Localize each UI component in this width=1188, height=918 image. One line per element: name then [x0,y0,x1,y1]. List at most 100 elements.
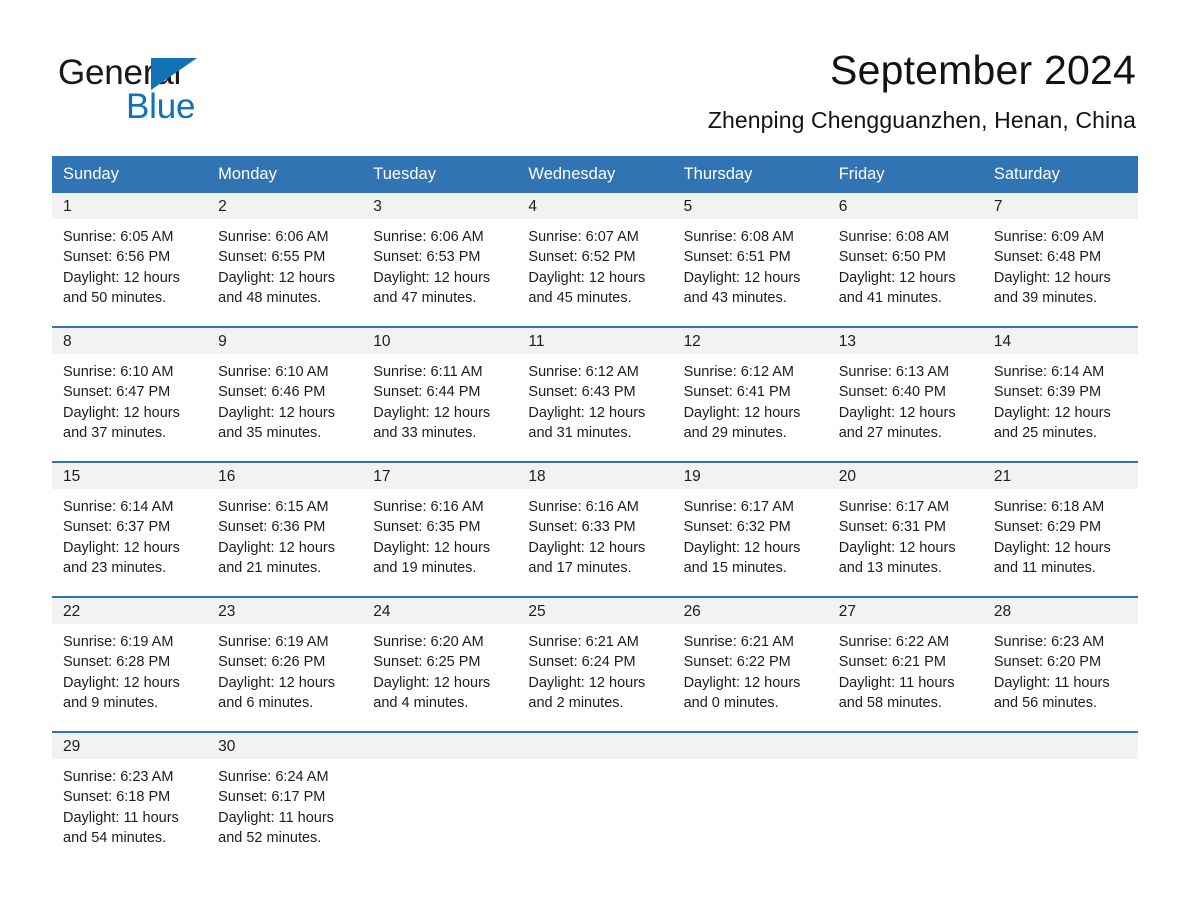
day-number: 20 [827,463,983,489]
sunrise-text: Sunrise: 6:21 AM [528,634,639,650]
day-number [827,733,983,759]
day-cell[interactable]: 8 Sunrise: 6:10 AM Sunset: 6:47 PM Dayli… [52,328,208,461]
sunrise-text: Sunrise: 6:10 AM [218,364,329,380]
sunset-text: Sunset: 6:51 PM [683,249,791,266]
daylight-text-line1: Daylight: 11 hours [63,809,179,826]
day-cell[interactable]: 17 Sunrise: 6:16 AM Sunset: 6:35 PM Dayl… [362,463,518,596]
day-cell[interactable]: 21 Sunrise: 6:18 AM Sunset: 6:29 PM Dayl… [982,463,1138,596]
daylight-text-line1: Daylight: 12 hours [993,539,1111,556]
week-row: 22 Sunrise: 6:19 AM Sunset: 6:28 PM Dayl… [52,596,1138,731]
day-number [672,733,828,759]
day-details: Sunrise: 6:06 AM Sunset: 6:53 PM Dayligh… [362,219,517,308]
daylight-text-line2: and 56 minutes. [993,694,1098,711]
day-cell[interactable]: 24 Sunrise: 6:20 AM Sunset: 6:25 PM Dayl… [362,598,518,731]
daylight-text-line1: Daylight: 11 hours [218,809,334,826]
day-cell[interactable]: 11 Sunrise: 6:12 AM Sunset: 6:43 PM Dayl… [517,328,673,461]
day-cell[interactable]: 7 Sunrise: 6:09 AM Sunset: 6:48 PM Dayli… [982,193,1138,326]
daylight-text-line2: and 11 minutes. [993,559,1096,576]
day-number: 29 [52,733,208,759]
daylight-text-line2: and 6 minutes. [218,694,314,711]
sunset-text: Sunset: 6:39 PM [993,384,1102,401]
day-cell[interactable]: 30 Sunrise: 6:24 AM Sunset: 6:17 PM Dayl… [207,733,363,866]
daylight-text-line2: and 35 minutes. [218,424,322,441]
day-details: Sunrise: 6:10 AM Sunset: 6:46 PM Dayligh… [207,354,362,443]
day-cell[interactable]: 23 Sunrise: 6:19 AM Sunset: 6:26 PM Dayl… [207,598,363,731]
day-cell[interactable]: 16 Sunrise: 6:15 AM Sunset: 6:36 PM Dayl… [207,463,363,596]
day-cell[interactable]: 15 Sunrise: 6:14 AM Sunset: 6:37 PM Dayl… [52,463,208,596]
sunrise-text: Sunrise: 6:09 AM [993,229,1105,245]
daylight-text-line1: Daylight: 12 hours [63,539,180,556]
daylight-text-line1: Daylight: 12 hours [683,269,801,286]
day-cell[interactable]: 10 Sunrise: 6:11 AM Sunset: 6:44 PM Dayl… [362,328,518,461]
daylight-text-line1: Daylight: 12 hours [528,674,646,691]
day-cell[interactable]: 26 Sunrise: 6:21 AM Sunset: 6:22 PM Dayl… [672,598,828,731]
sunrise-text: Sunrise: 6:08 AM [683,229,794,245]
day-cell[interactable]: 4 Sunrise: 6:07 AM Sunset: 6:52 PM Dayli… [517,193,673,326]
daylight-text-line2: and 25 minutes. [993,424,1098,441]
day-cell[interactable]: 14 Sunrise: 6:14 AM Sunset: 6:39 PM Dayl… [982,328,1138,461]
day-cell[interactable]: 22 Sunrise: 6:19 AM Sunset: 6:28 PM Dayl… [52,598,208,731]
day-details: Sunrise: 6:14 AM Sunset: 6:37 PM Dayligh… [52,489,207,578]
daylight-text-line2: and 41 minutes. [838,289,942,306]
weekday-header-saturday: Saturday [993,165,1060,183]
day-cell[interactable]: 6 Sunrise: 6:08 AM Sunset: 6:50 PM Dayli… [827,193,983,326]
sunset-text: Sunset: 6:52 PM [528,249,636,266]
day-cell[interactable]: 9 Sunrise: 6:10 AM Sunset: 6:46 PM Dayli… [207,328,363,461]
day-cell-empty [982,733,1138,866]
sunset-text: Sunset: 6:26 PM [218,654,326,671]
daylight-text-line2: and 13 minutes. [838,559,942,576]
day-cell[interactable]: 28 Sunrise: 6:23 AM Sunset: 6:20 PM Dayl… [982,598,1138,731]
daylight-text-line2: and 37 minutes. [63,424,167,441]
day-cell[interactable]: 2 Sunrise: 6:06 AM Sunset: 6:55 PM Dayli… [207,193,363,326]
sunrise-text: Sunrise: 6:20 AM [373,634,484,650]
calendar-grid: Sunday Monday Tuesday Wednesday Thursday… [52,156,1138,866]
day-cell-empty [827,733,983,866]
sunset-text: Sunset: 6:18 PM [63,789,171,806]
day-details: Sunrise: 6:11 AM Sunset: 6:44 PM Dayligh… [362,354,517,443]
day-details: Sunrise: 6:16 AM Sunset: 6:33 PM Dayligh… [517,489,672,578]
week-row: 29 Sunrise: 6:23 AM Sunset: 6:18 PM Dayl… [52,731,1138,866]
day-cell[interactable]: 5 Sunrise: 6:08 AM Sunset: 6:51 PM Dayli… [672,193,828,326]
sunrise-text: Sunrise: 6:16 AM [528,499,639,515]
daylight-text-line2: and 2 minutes. [528,694,624,711]
sunset-text: Sunset: 6:21 PM [838,654,946,671]
sunrise-text: Sunrise: 6:24 AM [218,769,329,785]
day-cell[interactable]: 3 Sunrise: 6:06 AM Sunset: 6:53 PM Dayli… [362,193,518,326]
day-cell[interactable]: 12 Sunrise: 6:12 AM Sunset: 6:41 PM Dayl… [672,328,828,461]
day-cell[interactable]: 20 Sunrise: 6:17 AM Sunset: 6:31 PM Dayl… [827,463,983,596]
day-cell-empty [672,733,828,866]
day-number: 23 [207,598,363,624]
day-details: Sunrise: 6:21 AM Sunset: 6:22 PM Dayligh… [673,624,828,713]
sunrise-text: Sunrise: 6:11 AM [373,364,483,380]
day-cell[interactable]: 29 Sunrise: 6:23 AM Sunset: 6:18 PM Dayl… [52,733,208,866]
general-blue-logo[interactable]: General Blue [58,44,258,126]
day-cell[interactable]: 27 Sunrise: 6:22 AM Sunset: 6:21 PM Dayl… [827,598,983,731]
week-row: 1 Sunrise: 6:05 AM Sunset: 6:56 PM Dayli… [52,193,1138,326]
sunrise-text: Sunrise: 6:19 AM [63,634,174,650]
sunrise-text: Sunrise: 6:17 AM [838,499,950,515]
day-details: Sunrise: 6:20 AM Sunset: 6:25 PM Dayligh… [362,624,517,713]
daylight-text-line1: Daylight: 12 hours [683,539,801,556]
sunset-text: Sunset: 6:20 PM [993,654,1102,671]
sunrise-text: Sunrise: 6:23 AM [993,634,1105,650]
day-cell[interactable]: 18 Sunrise: 6:16 AM Sunset: 6:33 PM Dayl… [517,463,673,596]
daylight-text-line1: Daylight: 12 hours [838,269,956,286]
day-details: Sunrise: 6:12 AM Sunset: 6:43 PM Dayligh… [517,354,672,443]
day-number: 24 [362,598,518,624]
daylight-text-line1: Daylight: 12 hours [373,674,491,691]
sunrise-text: Sunrise: 6:19 AM [218,634,329,650]
sunrise-text: Sunrise: 6:14 AM [993,364,1105,380]
sunrise-text: Sunrise: 6:23 AM [63,769,174,785]
daylight-text-line2: and 15 minutes. [683,559,787,576]
day-cell[interactable]: 19 Sunrise: 6:17 AM Sunset: 6:32 PM Dayl… [672,463,828,596]
daylight-text-line1: Daylight: 12 hours [683,674,801,691]
sunrise-text: Sunrise: 6:06 AM [218,229,329,245]
day-cell[interactable]: 25 Sunrise: 6:21 AM Sunset: 6:24 PM Dayl… [517,598,673,731]
sunrise-text: Sunrise: 6:12 AM [683,364,794,380]
day-cell[interactable]: 13 Sunrise: 6:13 AM Sunset: 6:40 PM Dayl… [827,328,983,461]
day-cell[interactable]: 1 Sunrise: 6:05 AM Sunset: 6:56 PM Dayli… [52,193,208,326]
day-details: Sunrise: 6:19 AM Sunset: 6:28 PM Dayligh… [52,624,207,713]
day-details: Sunrise: 6:24 AM Sunset: 6:17 PM Dayligh… [207,759,362,848]
daylight-text-line1: Daylight: 12 hours [63,269,180,286]
daylight-text-line1: Daylight: 11 hours [838,674,955,691]
